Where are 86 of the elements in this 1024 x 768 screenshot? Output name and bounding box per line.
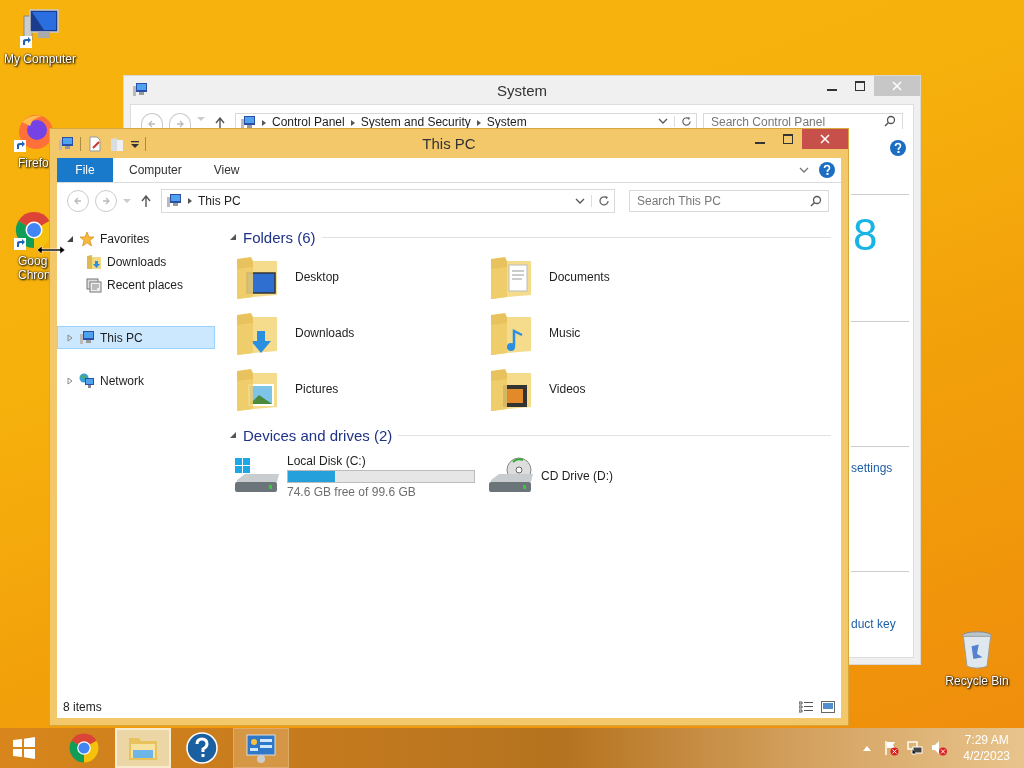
breadcrumb-item[interactable]: System and Security <box>360 115 471 129</box>
dropdown-icon[interactable] <box>131 139 139 148</box>
group-heading[interactable]: Devices and drives (2) <box>243 426 393 444</box>
icon-label: Recycle Bin <box>945 674 1009 688</box>
search-field[interactable]: Search Control Panel <box>703 113 903 129</box>
windows-logo-icon <box>12 736 36 760</box>
computer-icon[interactable] <box>20 8 60 48</box>
network-icon[interactable] <box>907 740 924 756</box>
window-icon <box>58 135 74 152</box>
flag-icon[interactable] <box>883 740 900 756</box>
nav-item[interactable]: Favorites <box>57 227 215 250</box>
collapse-arrow-icon[interactable] <box>229 233 237 241</box>
close-icon <box>820 134 830 144</box>
nav-item[interactable]: Network <box>57 369 215 392</box>
search-icon <box>810 195 822 207</box>
maximize-icon <box>855 81 865 91</box>
up-arrow-icon[interactable] <box>141 195 151 207</box>
computer-icon <box>166 193 182 209</box>
refresh-icon[interactable] <box>591 195 610 207</box>
help-icon[interactable] <box>819 162 835 178</box>
expand-arrow-icon[interactable] <box>66 234 74 243</box>
properties-icon[interactable] <box>87 135 103 152</box>
large-icons-view-icon[interactable] <box>821 701 835 713</box>
folder-item[interactable]: Pictures <box>229 361 483 417</box>
window-title: System <box>497 81 547 99</box>
help-icon <box>186 732 218 764</box>
forward-arrow-icon <box>175 119 185 129</box>
free-space-text: 74.6 GB free of 99.6 GB <box>287 484 417 499</box>
nav-item[interactable]: This PC <box>57 326 215 349</box>
search-icon <box>884 115 896 127</box>
refresh-icon[interactable] <box>674 116 692 127</box>
folder-item[interactable]: Music <box>483 305 737 361</box>
system-settings-icon <box>245 732 277 764</box>
windows-version-text: 8 <box>853 210 878 259</box>
folder-item[interactable]: Documents <box>483 249 737 305</box>
settings-link[interactable]: settings <box>851 461 893 475</box>
volume-muted-icon[interactable] <box>931 740 948 756</box>
chevron-icon <box>350 120 355 126</box>
window-icon <box>132 82 148 98</box>
chevron-icon <box>262 120 266 126</box>
dropdown-icon[interactable] <box>575 198 585 204</box>
downloads-folder-icon <box>86 253 102 270</box>
star-icon <box>79 230 95 247</box>
breadcrumb-item[interactable]: System <box>486 115 527 129</box>
nav-item[interactable]: Recent places <box>57 273 215 296</box>
product-key-link[interactable]: duct key <box>851 617 896 631</box>
icon-label: Firefo <box>18 156 49 170</box>
breadcrumb-item[interactable]: Control Panel <box>272 115 345 129</box>
computer-icon <box>79 329 95 346</box>
icon-label: My Computer <box>4 52 76 66</box>
group-heading[interactable]: Folders (6) <box>243 228 316 246</box>
help-icon[interactable] <box>890 140 906 156</box>
drive-name[interactable]: Local Disk (C:) <box>287 453 475 468</box>
details-view-icon[interactable] <box>799 701 813 713</box>
browser-icon <box>68 732 100 764</box>
forward-arrow-icon <box>101 196 111 206</box>
drive-name[interactable]: CD Drive (D:) <box>541 469 613 483</box>
ribbon-tab[interactable]: Computer <box>113 158 198 182</box>
browser-icon[interactable] <box>14 112 54 152</box>
chevron-icon <box>476 120 481 126</box>
address-bar[interactable]: This PC <box>161 189 615 213</box>
back-arrow-icon <box>147 119 157 129</box>
icon-label: Goog <box>18 254 48 268</box>
ribbon-tab[interactable]: File <box>57 158 113 182</box>
folder-item[interactable]: Videos <box>483 361 737 417</box>
collapse-arrow-icon[interactable] <box>229 431 237 439</box>
folder-item[interactable]: Downloads <box>229 305 483 361</box>
expand-ribbon-icon[interactable] <box>799 167 809 173</box>
close-icon <box>892 81 902 91</box>
up-arrow-icon[interactable] <box>215 117 225 129</box>
computer-icon <box>240 115 256 131</box>
back-arrow-icon <box>73 196 83 206</box>
maximize-icon <box>783 134 793 144</box>
window-title: This PC <box>422 135 476 152</box>
dropdown-icon[interactable] <box>658 118 668 124</box>
network-icon <box>79 372 95 389</box>
ribbon-tab[interactable]: View <box>197 158 256 182</box>
minimize-icon <box>755 141 765 144</box>
folder-item[interactable]: Desktop <box>229 249 483 305</box>
search-field[interactable]: Search This PC <box>629 190 829 212</box>
chevron-icon <box>188 198 192 204</box>
recent-places-icon <box>86 276 102 293</box>
minimize-icon <box>827 88 837 91</box>
item-count: 8 items <box>63 700 102 714</box>
breadcrumb-item[interactable]: This PC <box>198 194 241 208</box>
nav-item[interactable]: Downloads <box>57 250 215 273</box>
